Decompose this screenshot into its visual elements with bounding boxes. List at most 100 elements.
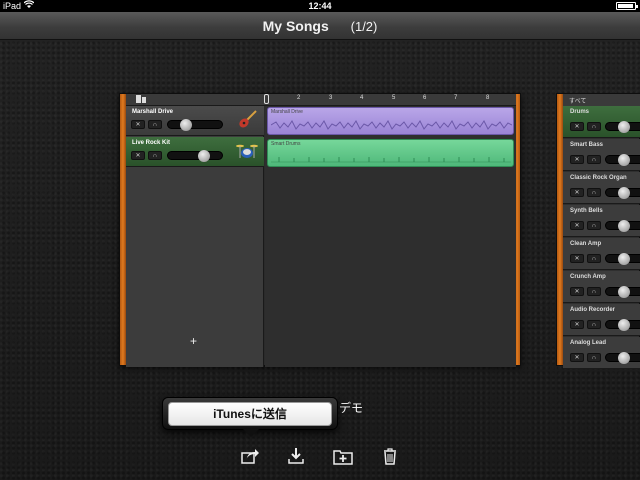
page-title: My Songs (1/2)	[0, 18, 640, 34]
track-header-marshall-drive[interactable]: Marshall Drive ✕ ∩	[126, 106, 264, 136]
mute-icon[interactable]: ✕	[570, 254, 584, 263]
instrument-name: Clean Amp	[570, 241, 602, 247]
volume-slider[interactable]	[605, 319, 640, 331]
region-name: Marshall Drive	[271, 109, 303, 115]
side-item[interactable]: Audio Recorder ✕ ∩	[563, 304, 640, 336]
ruler-tick: 6	[423, 95, 427, 101]
playhead[interactable]	[264, 94, 269, 104]
headphones-icon[interactable]: ∩	[587, 254, 601, 263]
mute-icon[interactable]: ✕	[570, 353, 584, 362]
track-name: Marshall Drive	[132, 109, 174, 115]
volume-knob[interactable]	[618, 352, 630, 364]
side-item[interactable]: Drums ✕ ∩	[563, 106, 640, 138]
volume-slider[interactable]	[167, 119, 223, 131]
next-song-card[interactable]: すべて Drums ✕ ∩ Smart Bass ✕ ∩ Classic Roc…	[556, 93, 640, 369]
track-timeline: Marshall Drive Smart Drums	[265, 106, 516, 367]
navigation-bar: My Songs (1/2)	[0, 12, 640, 40]
volume-slider[interactable]	[605, 187, 640, 199]
volume-slider[interactable]	[605, 352, 640, 364]
ruler-tick: 4	[360, 95, 364, 101]
page-count: (1/2)	[350, 19, 378, 34]
mute-icon[interactable]: ✕	[131, 151, 145, 160]
side-item[interactable]: Analog Lead ✕ ∩	[563, 337, 640, 369]
region-marshall-drive[interactable]: Marshall Drive	[267, 107, 514, 135]
ruler-tick: 8	[486, 95, 490, 101]
mute-icon[interactable]: ✕	[570, 122, 584, 131]
mute-icon[interactable]: ✕	[570, 188, 584, 197]
region-smart-drums[interactable]: Smart Drums	[267, 139, 514, 167]
add-folder-icon[interactable]	[333, 447, 353, 465]
timeline-ruler: 2 3 4 5 6 7 8	[264, 94, 510, 106]
side-item[interactable]: Classic Rock Organ ✕ ∩	[563, 172, 640, 204]
volume-slider[interactable]	[605, 253, 640, 265]
drum-kit-icon	[236, 140, 258, 165]
region-name: Smart Drums	[271, 141, 301, 147]
share-icon[interactable]	[240, 447, 260, 465]
send-to-itunes-button[interactable]: iTunesに送信	[168, 402, 332, 426]
add-track-button[interactable]: +	[190, 334, 197, 348]
volume-slider[interactable]	[605, 286, 640, 298]
ruler-tick: 5	[392, 95, 396, 101]
headphones-icon[interactable]: ∩	[148, 120, 162, 129]
volume-knob[interactable]	[618, 286, 630, 298]
mute-icon[interactable]: ✕	[131, 120, 145, 129]
mute-icon[interactable]: ✕	[570, 155, 584, 164]
volume-knob[interactable]	[618, 220, 630, 232]
trash-icon[interactable]	[380, 447, 400, 465]
headphones-icon[interactable]: ∩	[587, 353, 601, 362]
track-name: Live Rock Kit	[132, 140, 171, 146]
ruler-tick: 3	[329, 95, 333, 101]
volume-slider[interactable]	[605, 154, 640, 166]
panel-header: すべて	[569, 99, 587, 105]
headphones-icon[interactable]: ∩	[587, 221, 601, 230]
track-header-list: Marshall Drive ✕ ∩ Live Rock Kit ✕ ∩ +	[126, 106, 270, 367]
clock: 12:44	[308, 1, 332, 11]
volume-slider[interactable]	[605, 220, 640, 232]
download-icon[interactable]	[286, 447, 306, 465]
instrument-name: Audio Recorder	[570, 307, 616, 313]
waveform	[271, 120, 512, 130]
volume-slider[interactable]	[167, 150, 223, 162]
page-title-text: My Songs	[262, 18, 329, 34]
battery-icon	[616, 2, 638, 10]
instrument-name: Crunch Amp	[570, 274, 606, 280]
volume-knob[interactable]	[618, 121, 630, 133]
side-item[interactable]: Crunch Amp ✕ ∩	[563, 271, 640, 303]
instrument-browser-icon	[136, 95, 146, 105]
ruler-tick: 2	[297, 95, 301, 101]
instrument-name: Synth Bells	[570, 208, 603, 214]
headphones-icon[interactable]: ∩	[587, 122, 601, 131]
popover-arrow	[243, 429, 259, 437]
panel-topbar: すべて	[563, 94, 640, 106]
side-item[interactable]: Clean Amp ✕ ∩	[563, 238, 640, 270]
mute-icon[interactable]: ✕	[570, 287, 584, 296]
headphones-icon[interactable]: ∩	[587, 287, 601, 296]
volume-knob[interactable]	[618, 253, 630, 265]
side-item[interactable]: Smart Bass ✕ ∩	[563, 139, 640, 171]
guitar-icon	[238, 109, 258, 134]
drum-pattern	[271, 157, 511, 163]
headphones-icon[interactable]: ∩	[587, 155, 601, 164]
volume-slider[interactable]	[605, 121, 640, 133]
instrument-name: Analog Lead	[570, 340, 607, 346]
share-popover: iTunesに送信	[162, 397, 338, 437]
instrument-name: Drums	[570, 109, 590, 115]
mute-icon[interactable]: ✕	[570, 320, 584, 329]
status-bar: iPad 12:44	[0, 0, 640, 12]
side-item[interactable]: Synth Bells ✕ ∩	[563, 205, 640, 237]
track-header-live-rock-kit[interactable]: Live Rock Kit ✕ ∩	[126, 137, 264, 167]
volume-knob[interactable]	[618, 187, 630, 199]
song-card[interactable]: 2 3 4 5 6 7 8 Marshall Drive ✕ ∩ Live Ro…	[119, 93, 521, 367]
volume-knob[interactable]	[618, 319, 630, 331]
song-title[interactable]: デモ	[339, 399, 363, 416]
volume-knob[interactable]	[618, 154, 630, 166]
headphones-icon[interactable]: ∩	[587, 188, 601, 197]
instrument-name: Classic Rock Organ	[570, 175, 627, 181]
instrument-name: Smart Bass	[570, 142, 604, 148]
headphones-icon[interactable]: ∩	[587, 320, 601, 329]
headphones-icon[interactable]: ∩	[148, 151, 162, 160]
ruler-tick: 7	[454, 95, 458, 101]
mute-icon[interactable]: ✕	[570, 221, 584, 230]
volume-knob[interactable]	[180, 119, 192, 131]
volume-knob[interactable]	[198, 150, 210, 162]
